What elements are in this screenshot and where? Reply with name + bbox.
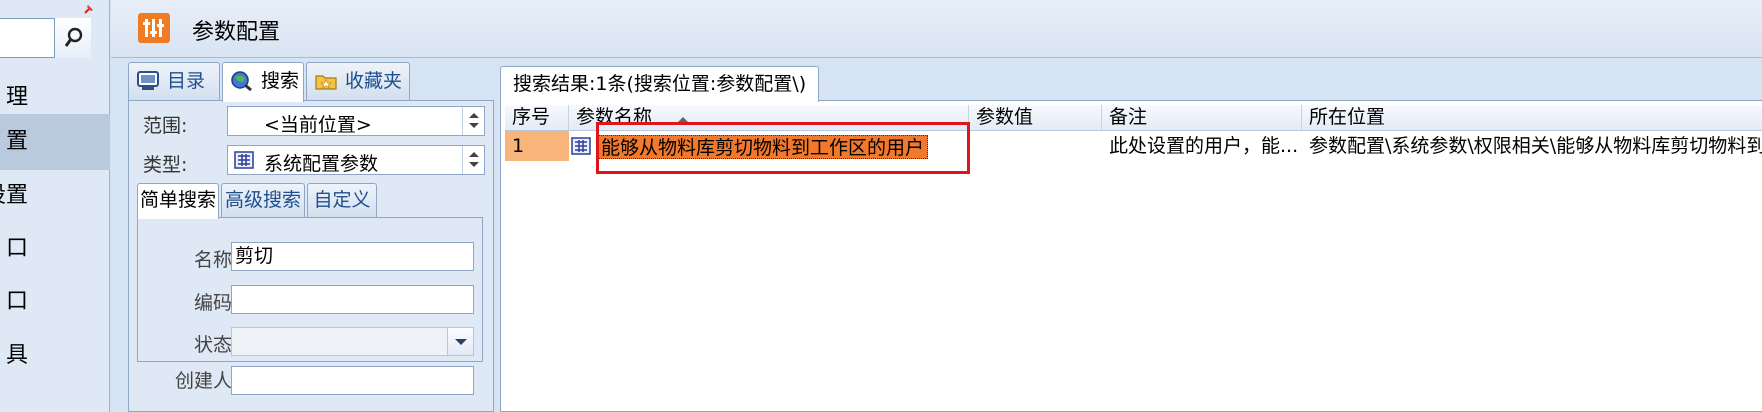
selected-param-name[interactable]: 能够从物料库剪切物料到工作区的用户 xyxy=(597,135,929,159)
code-label: 编码 xyxy=(193,292,232,314)
col-remark[interactable]: 备注 xyxy=(1102,105,1302,131)
favorites-folder-icon xyxy=(315,75,337,90)
scope-spinner[interactable] xyxy=(462,107,484,135)
param-grid-icon xyxy=(234,151,254,169)
col-seq[interactable]: 序号 xyxy=(505,105,569,131)
globe-search-icon xyxy=(231,71,252,92)
nav-item-5[interactable]: 具 xyxy=(0,328,110,384)
name-input[interactable]: 剪切 xyxy=(231,242,474,271)
cell-location: 参数配置\系统参数\权限相关\能够从物料库剪切物料到工作区的用户 xyxy=(1309,135,1762,157)
type-label: 类型: xyxy=(143,154,188,176)
page-title: 参数配置 xyxy=(192,20,281,45)
scope-label: 范围: xyxy=(143,115,188,137)
tab-search[interactable]: 搜索 xyxy=(222,62,304,102)
col-name[interactable]: 参数名称 xyxy=(569,105,969,131)
creator-label: 创建人 xyxy=(174,370,232,392)
simple-search-form: 名称 剪切 编码 状态 创建人 xyxy=(137,217,483,395)
tab-favorites[interactable]: 收藏夹 xyxy=(306,62,410,100)
settings-sliders-icon xyxy=(138,13,170,43)
tab-search-results[interactable]: 搜索结果:1条(搜索位置:参数配置\) xyxy=(500,66,820,102)
results-table: 序号 参数名称 参数值 备注 所在位置 1 能够从物料库剪切物料到工作区的用户 … xyxy=(500,100,1762,412)
code-input[interactable] xyxy=(231,285,474,314)
left-nav: 理 置 设置 口 口 具 xyxy=(0,0,110,412)
tab-catalog[interactable]: 目录 xyxy=(128,62,220,100)
creator-input[interactable] xyxy=(231,366,474,395)
search-panel-body: 范围: <当前位置> 类型: 系统配置参数 简单搜索 高级搜索 自定义 名称 剪… xyxy=(128,100,494,412)
scope-select[interactable]: <当前位置> xyxy=(227,106,485,136)
table-row[interactable]: 1 能够从物料库剪切物料到工作区的用户 此处设置的用户，能... 参数配置\系统… xyxy=(505,131,1762,161)
tab-custom-search[interactable]: 自定义 xyxy=(307,183,377,217)
catalog-icon xyxy=(137,71,159,90)
tab-advanced-search[interactable]: 高级搜索 xyxy=(221,183,305,217)
sort-arrow-icon xyxy=(678,117,688,122)
table-header: 序号 参数名称 参数值 备注 所在位置 xyxy=(505,105,1762,131)
type-select[interactable]: 系统配置参数 xyxy=(227,145,485,175)
pin-icon[interactable] xyxy=(82,2,96,16)
nav-search-button[interactable] xyxy=(54,18,91,58)
cell-value xyxy=(969,131,1102,161)
chevron-down-icon xyxy=(455,339,467,345)
results-panel: 搜索结果:1条(搜索位置:参数配置\) 序号 参数名称 参数值 备注 所在位置 … xyxy=(500,62,1762,412)
cell-remark: 此处设置的用户，能... xyxy=(1109,135,1299,157)
nav-item-1[interactable]: 置 xyxy=(0,114,110,170)
status-dropdown-button[interactable] xyxy=(447,328,473,355)
search-icon xyxy=(64,27,83,47)
name-label: 名称 xyxy=(193,249,232,271)
cell-seq: 1 xyxy=(505,131,569,161)
status-select[interactable] xyxy=(231,327,474,356)
nav-item-2[interactable]: 设置 xyxy=(0,168,110,224)
search-panel: 目录 搜索 收藏夹 范围: <当前位置> 类型: 系统配置参数 简单搜索 高级搜… xyxy=(128,62,494,412)
nav-item-4[interactable]: 口 xyxy=(0,274,110,330)
tab-simple-search[interactable]: 简单搜索 xyxy=(137,183,219,219)
title-bar: 参数配置 xyxy=(111,0,1762,58)
param-grid-icon xyxy=(571,137,591,155)
type-spinner[interactable] xyxy=(462,146,484,174)
col-location[interactable]: 所在位置 xyxy=(1302,105,1762,131)
cell-name[interactable]: 能够从物料库剪切物料到工作区的用户 xyxy=(569,133,959,159)
col-value[interactable]: 参数值 xyxy=(969,105,1102,131)
status-label: 状态 xyxy=(193,334,232,356)
nav-item-3[interactable]: 口 xyxy=(0,221,110,277)
